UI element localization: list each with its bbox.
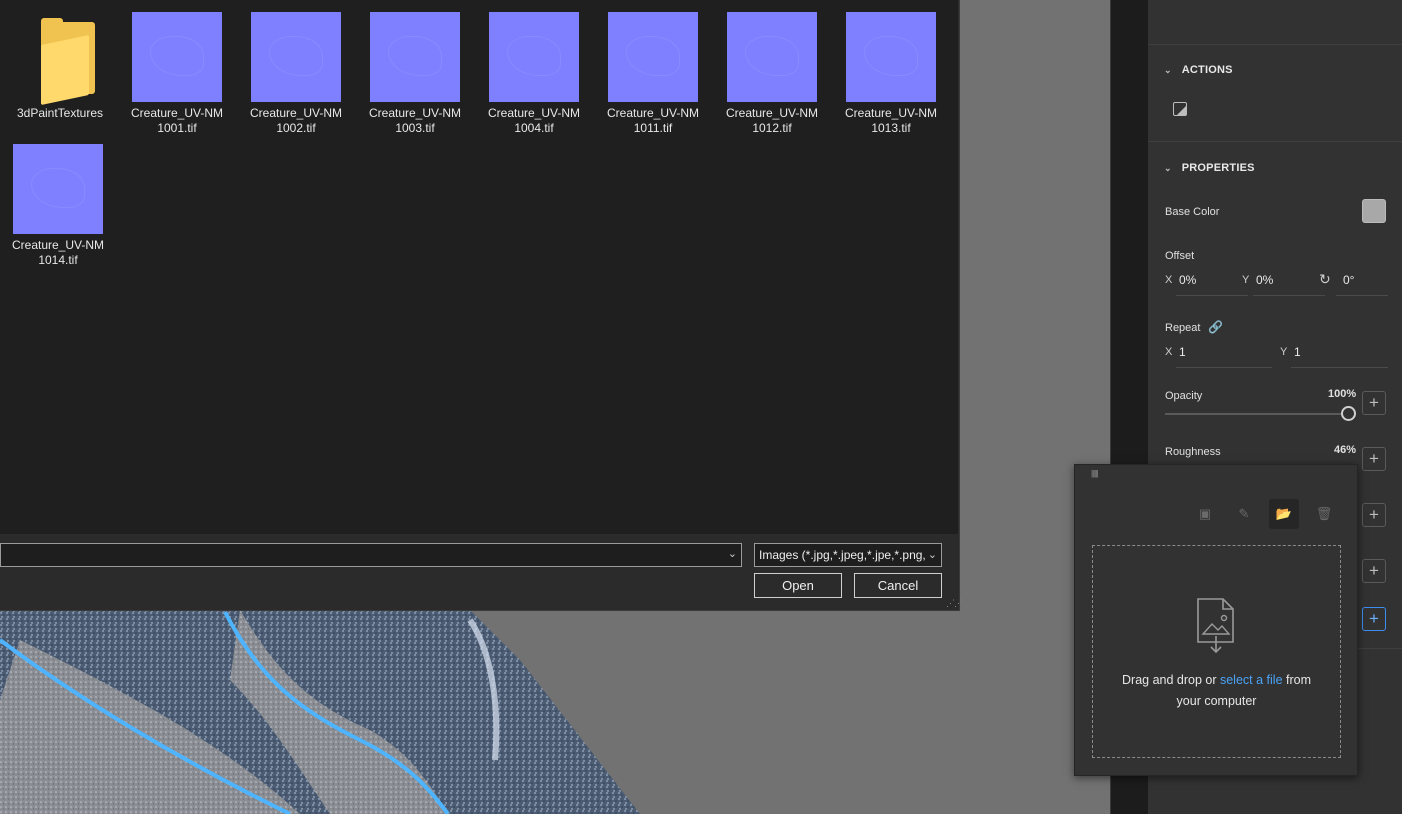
file-name: Creature_UV-NM	[606, 106, 700, 120]
drop-text: from	[1282, 673, 1311, 687]
normal-map-thumbnail	[608, 12, 698, 102]
properties-title: PROPERTIES	[1181, 162, 1255, 174]
base-color-swatch[interactable]	[1362, 199, 1386, 223]
base-color-label: Base Color	[1165, 206, 1220, 218]
chevron-down-icon: ⌄	[1164, 163, 1172, 173]
file-item[interactable]: Creature_UV-NM 1011.tif	[595, 0, 711, 136]
file-type-select[interactable]: Images (*.jpg,*.jpeg,*.jpe,*.png, ⌄	[754, 543, 942, 567]
delete-icon[interactable]: 🗑	[1309, 499, 1339, 529]
normal-map-thumbnail	[251, 12, 341, 102]
import-icon[interactable]: ▣	[1190, 499, 1220, 529]
file-ext: 1002.tif	[276, 121, 316, 135]
repeat-x-input[interactable]: 1	[1179, 345, 1186, 359]
normal-map-thumbnail	[370, 12, 460, 102]
repeat-y-axis: Y	[1280, 346, 1288, 358]
file-name: Creature_UV-NM	[725, 106, 819, 120]
file-drop-zone[interactable]: Drag and drop or select a file from your…	[1092, 545, 1341, 758]
offset-y-input[interactable]: 0%	[1256, 273, 1273, 287]
rotation-input[interactable]: 0°	[1343, 273, 1354, 287]
file-item[interactable]: Creature_UV-NM 1004.tif	[476, 0, 592, 136]
normal-map-thumbnail	[846, 12, 936, 102]
underline	[1176, 367, 1272, 368]
file-item[interactable]: Creature_UV-NM 1012.tif	[714, 0, 830, 136]
add-opacity-map-button[interactable]: +	[1362, 391, 1386, 415]
roughness-value: 46%	[1334, 444, 1357, 456]
drop-text: your computer	[1176, 694, 1257, 708]
normal-map-thumbnail	[132, 12, 222, 102]
upload-popover: |||||| ▣ ✎ 📂 🗑 Drag and drop or select a…	[1074, 464, 1358, 776]
underline	[1253, 295, 1325, 296]
image-action-icon[interactable]	[1173, 102, 1187, 116]
actions-header[interactable]: ⌄ ACTIONS	[1164, 64, 1233, 76]
file-open-dialog: 3dPaintTextures Creature_UV-NM 1001.tif …	[0, 0, 963, 611]
divider	[1148, 141, 1402, 142]
file-ext: 1011.tif	[633, 121, 673, 135]
underline	[1176, 295, 1248, 296]
add-map-button[interactable]: +	[1362, 559, 1386, 583]
file-name: Creature_UV-NM	[249, 106, 343, 120]
open-folder-icon[interactable]: 📂	[1269, 499, 1299, 529]
file-ext: 1014.tif	[38, 253, 78, 267]
offset-x-input[interactable]: 0%	[1179, 273, 1196, 287]
file-name: Creature_UV-NM	[487, 106, 581, 120]
offset-y-axis: Y	[1242, 274, 1250, 286]
drop-instructions: Drag and drop or select a file from your…	[1093, 670, 1340, 712]
normal-map-thumbnail	[13, 144, 103, 234]
normal-map-thumbnail	[727, 12, 817, 102]
image-file-upload-icon	[1197, 598, 1234, 654]
opacity-value: 100%	[1328, 388, 1357, 400]
actions-title: ACTIONS	[1181, 64, 1233, 76]
file-item[interactable]: Creature_UV-NM 1014.tif	[0, 132, 116, 268]
repeat-x-axis: X	[1165, 346, 1173, 358]
chevron-down-icon[interactable]: ⌄	[728, 547, 737, 560]
add-roughness-map-button[interactable]: +	[1362, 447, 1386, 471]
folder-name: 3dPaintTextures	[16, 106, 104, 120]
add-normal-map-button[interactable]: +	[1362, 607, 1386, 631]
file-name: Creature_UV-NM	[368, 106, 462, 120]
chevron-down-icon: ⌄	[1164, 65, 1172, 75]
normal-map-thumbnail	[489, 12, 579, 102]
file-ext: 1001.tif	[157, 121, 197, 135]
file-item[interactable]: Creature_UV-NM 1013.tif	[833, 0, 949, 136]
opacity-slider[interactable]	[1165, 413, 1351, 415]
underline	[1291, 367, 1388, 368]
opacity-label: Opacity	[1165, 390, 1203, 402]
rotate-icon: ↻	[1319, 271, 1331, 287]
file-ext: 1004.tif	[514, 121, 554, 135]
roughness-label: Roughness	[1165, 446, 1221, 458]
file-item[interactable]: Creature_UV-NM 1001.tif	[119, 0, 235, 136]
repeat-label: Repeat	[1165, 322, 1201, 334]
chevron-down-icon[interactable]: ⌄	[925, 544, 937, 566]
underline	[1336, 295, 1388, 296]
edit-icon[interactable]: ✎	[1229, 499, 1259, 529]
resize-grip-icon[interactable]: ⋰⋰	[946, 598, 963, 609]
offset-x-axis: X	[1165, 274, 1173, 286]
link-icon[interactable]: 🔗	[1208, 320, 1223, 334]
file-type-value: Images (*.jpg,*.jpeg,*.jpe,*.png,	[759, 548, 926, 562]
drag-handle-icon[interactable]: ||||||	[1091, 469, 1099, 478]
file-ext: 1012.tif	[752, 121, 792, 135]
filename-input[interactable]: ⌄	[0, 543, 742, 567]
opacity-slider-knob[interactable]	[1341, 406, 1356, 421]
select-file-link[interactable]: select a file	[1220, 673, 1283, 687]
divider	[1148, 44, 1402, 45]
offset-label: Offset	[1165, 250, 1195, 262]
drop-text: Drag and drop or	[1122, 673, 1220, 687]
file-name: Creature_UV-NM	[130, 106, 224, 120]
file-item[interactable]: Creature_UV-NM 1003.tif	[357, 0, 473, 136]
file-item[interactable]: Creature_UV-NM 1002.tif	[238, 0, 354, 136]
add-map-button[interactable]: +	[1362, 503, 1386, 527]
file-ext: 1003.tif	[395, 121, 435, 135]
open-button[interactable]: Open	[754, 573, 842, 598]
file-list[interactable]: 3dPaintTextures Creature_UV-NM 1001.tif …	[0, 0, 958, 534]
file-ext: 1013.tif	[871, 121, 911, 135]
folder-icon	[15, 12, 105, 106]
cancel-button[interactable]: Cancel	[854, 573, 942, 598]
file-name: Creature_UV-NM	[844, 106, 938, 120]
properties-header[interactable]: ⌄ PROPERTIES	[1164, 162, 1255, 174]
folder-item[interactable]: 3dPaintTextures	[2, 0, 118, 121]
file-name: Creature_UV-NM	[11, 238, 105, 252]
repeat-y-input[interactable]: 1	[1294, 345, 1301, 359]
